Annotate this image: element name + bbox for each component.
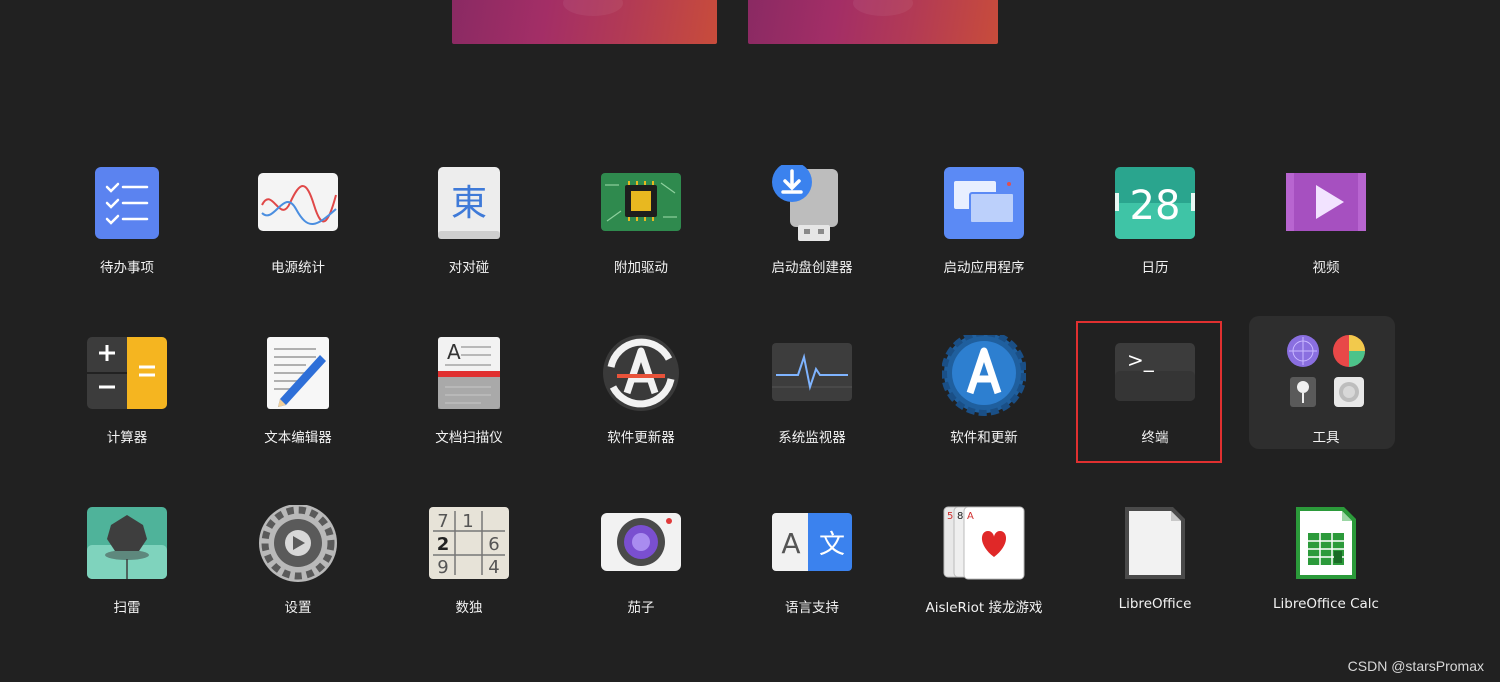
app-label: 工具 — [1312, 430, 1340, 446]
mahjongg-tile-icon: 東 — [427, 165, 511, 249]
app-libreoffice-calc[interactable]: LibreOffice Calc — [1251, 505, 1401, 645]
sudoku-grid-icon: 7 1 2 6 9 4 — [427, 505, 511, 589]
power-statistics-icon — [256, 165, 340, 249]
app-system-monitor[interactable]: 系统监视器 — [737, 335, 887, 475]
workspace-thumbnail-2[interactable] — [748, 0, 998, 44]
app-label: 日历 — [1141, 260, 1169, 276]
app-calendar[interactable]: 28 日历 — [1080, 165, 1230, 305]
app-software-updater[interactable]: 软件更新器 — [566, 335, 716, 475]
app-videos[interactable]: 视频 — [1251, 165, 1401, 305]
app-label: 附加驱动 — [614, 260, 668, 276]
app-label: 启动应用程序 — [943, 260, 1025, 276]
camera-icon — [599, 505, 683, 589]
software-gear-icon — [941, 330, 1027, 419]
svg-text:6: 6 — [488, 534, 499, 555]
app-aisleriot[interactable]: 5 8 A AisleRiot 接龙游戏 — [909, 505, 1059, 645]
app-software-and-updates[interactable]: 软件和更新 — [909, 330, 1059, 475]
app-usb-creator[interactable]: 启动盘创建器 — [737, 162, 887, 305]
todo-checklist-icon — [85, 165, 169, 249]
calculator-icon — [85, 335, 169, 419]
svg-text:2: 2 — [437, 534, 450, 555]
app-label: 软件更新器 — [607, 430, 675, 446]
svg-text:9: 9 — [437, 557, 448, 578]
chip-icon — [599, 165, 683, 249]
app-label: 待办事项 — [100, 260, 154, 276]
app-label: 启动盘创建器 — [771, 260, 853, 276]
app-label: AisleRiot 接龙游戏 — [925, 600, 1043, 616]
app-settings[interactable]: 设置 — [223, 504, 373, 645]
app-sudoku[interactable]: 7 1 2 6 9 4 数独 — [394, 505, 544, 645]
svg-text:8: 8 — [957, 511, 963, 522]
document-scanner-icon: A — [427, 335, 511, 419]
tools-folder-icon — [1284, 335, 1368, 419]
app-label: 茄子 — [627, 600, 655, 616]
svg-text:7: 7 — [437, 511, 448, 532]
app-language-support[interactable]: A 文 语言支持 — [737, 505, 887, 645]
app-label: LibreOffice — [1118, 596, 1192, 612]
svg-text:文: 文 — [819, 530, 845, 560]
app-startup-applications[interactable]: 启动应用程序 — [909, 165, 1059, 305]
libreoffice-document-icon — [1113, 505, 1197, 589]
app-label: LibreOffice Calc — [1273, 596, 1379, 612]
app-libreoffice[interactable]: LibreOffice — [1080, 505, 1230, 645]
app-text-editor[interactable]: 文本编辑器 — [223, 335, 373, 475]
svg-text:東: 東 — [451, 183, 487, 224]
svg-text:A: A — [447, 340, 461, 364]
usb-download-icon — [770, 162, 854, 249]
app-label: 系统监视器 — [778, 430, 846, 446]
app-todo[interactable]: 待办事项 — [52, 165, 202, 305]
startup-window-icon — [942, 165, 1026, 249]
svg-text:A: A — [781, 527, 800, 560]
terminal-highlight-box — [1076, 321, 1222, 463]
app-label: 视频 — [1312, 260, 1340, 276]
app-folder-tools[interactable]: 工具 — [1249, 316, 1401, 475]
text-editor-pencil-icon — [256, 335, 340, 419]
watermark-text: CSDN @starsPromax — [1347, 658, 1484, 674]
app-mahjongg[interactable]: 東 对对碰 — [394, 165, 544, 305]
playing-cards-icon: 5 8 A — [942, 505, 1026, 589]
language-icon: A 文 — [770, 505, 854, 589]
app-additional-drivers[interactable]: 附加驱动 — [566, 165, 716, 305]
svg-text:1: 1 — [462, 511, 473, 532]
mine-icon — [85, 505, 169, 589]
app-label: 数独 — [455, 600, 483, 616]
svg-text:5: 5 — [947, 511, 953, 522]
app-label: 对对碰 — [448, 260, 490, 276]
settings-gear-icon — [256, 504, 340, 589]
libreoffice-calc-icon — [1284, 505, 1368, 589]
calendar-icon: 28 — [1113, 165, 1197, 249]
app-cheese[interactable]: 茄子 — [566, 505, 716, 645]
software-updater-icon — [599, 335, 683, 419]
app-document-scanner[interactable]: A 文档扫描仪 — [394, 335, 544, 475]
app-label: 语言支持 — [785, 600, 839, 616]
svg-text:28: 28 — [1130, 183, 1181, 229]
app-mines[interactable]: 扫雷 — [52, 505, 202, 645]
workspace-thumbnail-1[interactable] — [452, 0, 717, 44]
app-calculator[interactable]: 计算器 — [52, 335, 202, 475]
app-label: 计算器 — [106, 430, 148, 446]
svg-text:A: A — [967, 511, 974, 522]
app-label: 电源统计 — [271, 260, 325, 276]
app-label: 文本编辑器 — [264, 430, 332, 446]
app-label: 设置 — [284, 600, 312, 616]
app-label: 扫雷 — [113, 600, 141, 616]
video-play-icon — [1284, 165, 1368, 249]
app-power-statistics[interactable]: 电源统计 — [223, 165, 373, 305]
system-monitor-icon — [770, 335, 854, 419]
app-label: 软件和更新 — [950, 430, 1018, 446]
svg-text:4: 4 — [488, 557, 499, 578]
app-label: 文档扫描仪 — [435, 430, 503, 446]
